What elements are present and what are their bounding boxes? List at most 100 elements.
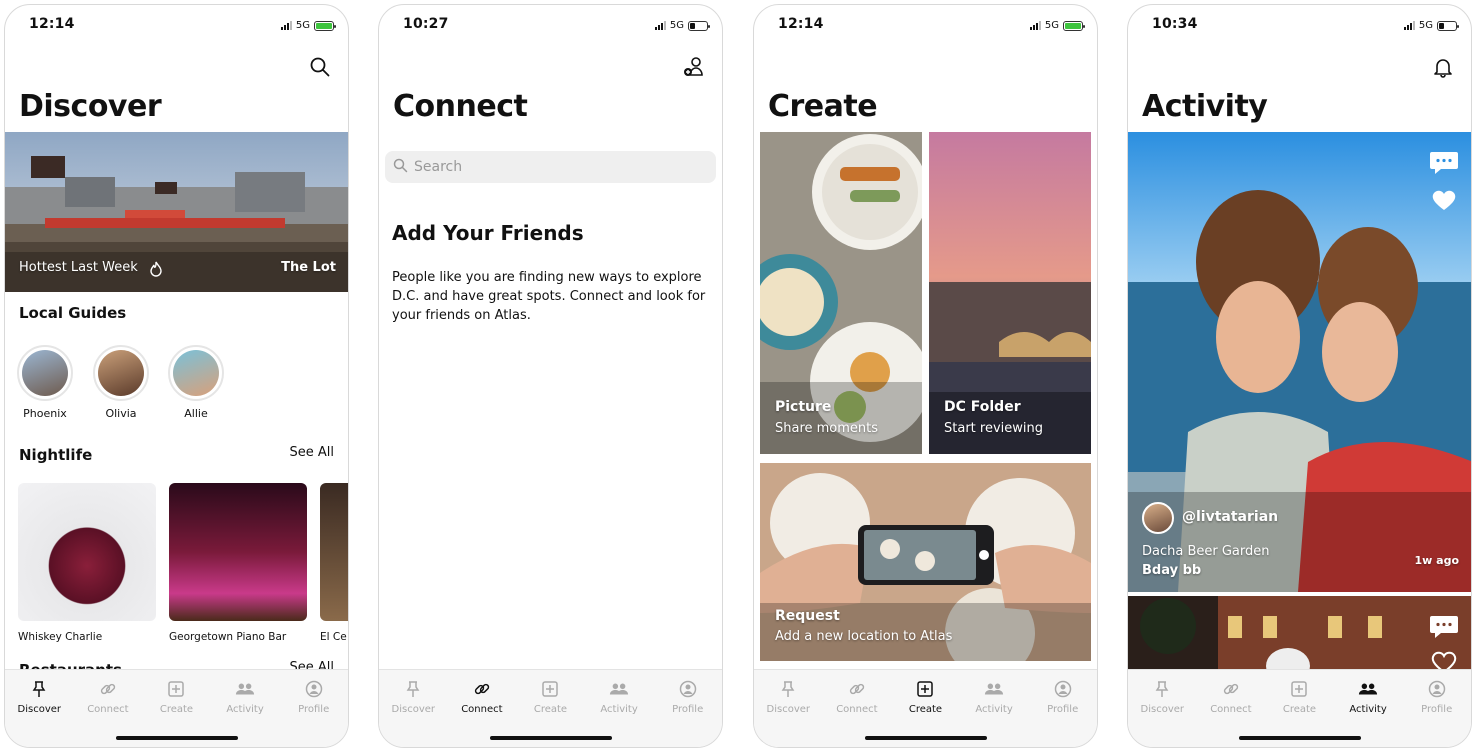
guide-avatar[interactable]: Allie [166,345,226,420]
battery-icon [1437,20,1459,31]
tab-label: Profile [1047,704,1079,715]
card-image [320,483,348,621]
tab-label: Create [159,704,194,715]
tab-label: Profile [1421,704,1453,715]
network-label: 5G [1044,20,1059,31]
tab-label: Connect [87,704,129,715]
page-title: Discover [19,89,162,124]
tab-label: Connect [1210,704,1252,715]
link-icon [1221,679,1241,699]
tab-discover[interactable]: Discover [754,670,823,747]
dc-folder-title: DC Folder [944,399,1021,415]
tab-profile[interactable]: Profile [1402,670,1471,747]
comment-icon[interactable] [1429,614,1459,644]
signal-icon [1029,21,1041,30]
post-image [1128,132,1471,592]
status-time: 10:27 [403,16,449,32]
search-icon[interactable] [306,53,334,81]
pin-icon [1152,679,1172,699]
guide-avatar[interactable]: Olivia [91,345,151,420]
post-username[interactable]: @livtatarian [1182,509,1278,525]
signal-icon [654,21,666,30]
pin-icon [403,679,423,699]
tab-profile[interactable]: Profile [653,670,722,747]
page-title: Connect [393,89,528,124]
comment-icon[interactable] [1429,150,1459,180]
local-guides-heading: Local Guides [19,304,127,322]
nightlife-card[interactable]: Whiskey Charlie [18,483,156,643]
tab-label: Profile [298,704,330,715]
page-title: Create [768,89,878,124]
activity-screen: 10:34 5G Activity @livtatarian Dacha Bee… [1127,4,1472,748]
tab-profile[interactable]: Profile [1028,670,1097,747]
tab-label: Discover [17,704,62,715]
status-time: 12:14 [778,16,824,32]
status-bar: 12:14 5G [754,5,1097,45]
post-image [1128,596,1471,676]
request-title: Request [775,608,840,624]
activity-post[interactable] [1128,596,1471,676]
tab-discover[interactable]: Discover [1128,670,1197,747]
network-label: 5G [295,20,310,31]
post-caption: Bday bb [1142,563,1202,578]
battery-icon [314,20,336,31]
tab-profile[interactable]: Profile [279,670,348,747]
activity-post[interactable]: @livtatarian Dacha Beer Garden Bday bb 1… [1128,132,1471,592]
plus-square-icon [915,679,935,699]
nightlife-card[interactable]: El Ce [320,483,348,643]
add-friends-body: People like you are finding new ways to … [392,270,706,323]
tab-label: Create [1282,704,1317,715]
heart-icon[interactable] [1431,188,1457,216]
home-indicator [864,736,987,740]
tab-discover[interactable]: Discover [5,670,74,747]
card-label: Whiskey Charlie [18,631,103,643]
status-bar: 10:34 5G [1128,5,1471,45]
picture-tile[interactable]: Picture Share moments [760,132,922,454]
hero-label-left: Hottest Last Week [19,260,138,275]
post-place[interactable]: Dacha Beer Garden [1142,544,1270,559]
card-label: El Ce [320,631,347,643]
guide-avatar[interactable]: Phoenix [15,345,75,420]
tab-label: Profile [672,704,704,715]
home-indicator [1238,736,1361,740]
link-icon [472,679,492,699]
battery-icon [1063,20,1085,31]
tab-discover[interactable]: Discover [379,670,448,747]
nightlife-card[interactable]: Georgetown Piano Bar [169,483,307,643]
page-title: Activity [1142,89,1268,124]
picture-title: Picture [775,399,832,415]
status-time: 10:34 [1152,16,1198,32]
connect-screen: 10:27 5G Connect Search Add Your Friends… [378,4,723,748]
card-image [169,483,307,621]
avatar[interactable] [1142,502,1174,534]
search-input[interactable]: Search [385,151,716,183]
status-bar: 10:27 5G [379,5,722,45]
picture-subtitle: Share moments [775,421,879,436]
plus-square-icon [540,679,560,699]
home-indicator [489,736,612,740]
nightlife-see-all-link[interactable]: See All [290,445,335,460]
tab-label: Activity [1349,704,1387,715]
users-icon [984,679,1004,699]
hero-card[interactable]: Hottest Last Week The Lot [5,132,348,292]
tab-label: Connect [461,704,503,715]
status-bar: 12:14 5G [5,5,348,45]
profile-icon [1053,679,1073,699]
tab-label: Discover [1140,704,1185,715]
add-friends-heading: Add Your Friends [392,221,584,245]
guide-name: Phoenix [23,407,67,420]
request-tile[interactable]: Request Add a new location to Atlas [760,463,1091,661]
card-image [18,483,156,621]
link-icon [847,679,867,699]
flame-icon [149,261,163,281]
profile-icon [678,679,698,699]
link-icon [98,679,118,699]
users-icon [1358,679,1378,699]
profile-icon [304,679,324,699]
signal-icon [1403,21,1415,30]
tab-label: Discover [391,704,436,715]
add-friend-icon[interactable] [680,53,708,81]
dc-folder-tile[interactable]: DC Folder Start reviewing [929,132,1091,454]
bell-icon[interactable] [1429,53,1457,81]
pin-icon [29,679,49,699]
